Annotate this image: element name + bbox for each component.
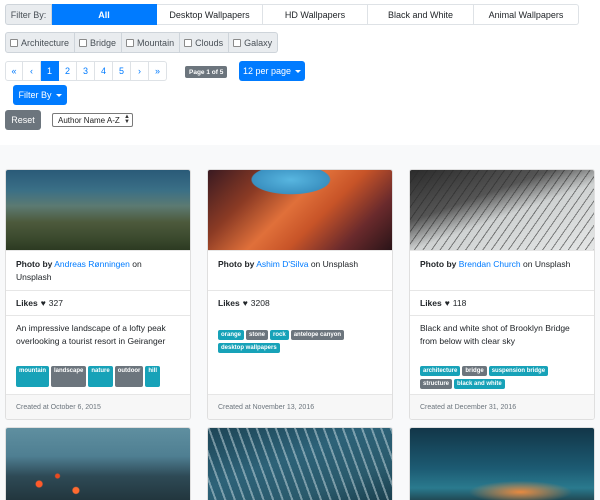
tag-badge[interactable]: nature	[88, 366, 113, 387]
photo-description: Black and white shot of Brooklyn Bridge …	[410, 315, 594, 360]
tag-filter-architecture[interactable]: Architecture	[5, 32, 76, 53]
category-filter-group: Filter By: All Desktop Wallpapers HD Wal…	[5, 4, 579, 25]
category-black-and-white-button[interactable]: Black and White	[368, 4, 474, 25]
card-footer: Created at October 6, 2015	[6, 394, 190, 419]
category-all-button[interactable]: All	[52, 4, 157, 25]
photo-credit: Photo by Brendan Church on Unsplash	[410, 250, 594, 290]
tag-badge[interactable]: architecture	[420, 366, 461, 376]
photo-credit: Photo by Andreas Rønningen on Unsplash	[6, 250, 190, 290]
photo-card	[409, 427, 595, 500]
photo-image-waves[interactable]	[208, 428, 392, 500]
likes-count: 3208	[250, 298, 270, 308]
tag-badge[interactable]: bridge	[462, 366, 487, 376]
photo-credit: Photo by Ashim D'Silva on Unsplash	[208, 250, 392, 290]
tag-list: architecture bridge suspension bridge st…	[410, 360, 594, 394]
pagination: « ‹ 1 2 3 4 5 › »	[5, 61, 167, 81]
tag-badge[interactable]: structure	[420, 379, 453, 389]
checkbox[interactable]	[79, 38, 88, 47]
next-page-button[interactable]: ›	[131, 61, 149, 81]
prev-page-button[interactable]: ‹	[23, 61, 41, 81]
likes-count: 118	[452, 297, 467, 308]
photo-card	[207, 427, 393, 500]
checkbox[interactable]	[184, 38, 193, 47]
page-5-button[interactable]: 5	[113, 61, 131, 81]
tag-badge[interactable]: antelope canyon	[290, 330, 345, 340]
tag-badge[interactable]: suspension bridge	[488, 366, 549, 376]
first-page-button[interactable]: «	[5, 61, 23, 81]
tag-badge[interactable]: landscape	[51, 366, 87, 387]
tag-filter-galaxy[interactable]: Galaxy	[229, 32, 279, 53]
likes-row: Likes ♥ 118	[410, 290, 594, 315]
photo-card	[5, 427, 191, 500]
checkbox[interactable]	[233, 38, 242, 47]
tag-filter-group: Architecture Bridge Mountain Clouds Gala…	[5, 32, 279, 53]
tag-filter-clouds[interactable]: Clouds	[180, 32, 230, 53]
photo-description: An impressive landscape of a lofty peak …	[6, 315, 190, 360]
page-2-button[interactable]: 2	[59, 61, 77, 81]
photo-card: Photo by Andreas Rønningen on Unsplash L…	[5, 169, 191, 420]
tag-badge[interactable]: desktop wallpapers	[218, 343, 280, 353]
page-4-button[interactable]: 4	[95, 61, 113, 81]
category-hd-wallpapers-button[interactable]: HD Wallpapers	[263, 4, 368, 25]
tag-filter-bridge[interactable]: Bridge	[75, 32, 123, 53]
tag-badge[interactable]: outdoor	[114, 366, 144, 387]
photo-image-night-sky[interactable]	[410, 428, 594, 500]
tag-list: orange stone rock antelope canyon deskto…	[208, 320, 392, 394]
photo-image-lava[interactable]	[6, 428, 190, 500]
author-link[interactable]: Ashim D'Silva	[256, 259, 308, 269]
tag-list: mountain landscape nature outdoor hill	[6, 360, 190, 394]
tag-badge[interactable]: orange	[218, 330, 245, 340]
page-3-button[interactable]: 3	[77, 61, 95, 81]
page-indicator-badge: Page 1 of 5	[185, 66, 228, 78]
per-page-dropdown[interactable]: 12 per page	[239, 61, 305, 81]
last-page-button[interactable]: »	[149, 61, 167, 81]
heart-icon: ♥	[444, 297, 450, 308]
photo-image-bridge[interactable]	[410, 170, 594, 250]
author-link[interactable]: Brendan Church	[459, 259, 521, 269]
photo-image-mountain[interactable]	[6, 170, 190, 250]
author-link[interactable]: Andreas Rønningen	[54, 259, 130, 269]
card-footer: Created at November 13, 2016	[208, 394, 392, 419]
reset-button[interactable]: Reset	[5, 110, 41, 130]
tag-filter-mountain[interactable]: Mountain	[122, 32, 181, 53]
filter-by-label: Filter By:	[5, 4, 52, 25]
photo-card: Photo by Brendan Church on Unsplash Like…	[409, 169, 595, 420]
category-animal-wallpapers-button[interactable]: Animal Wallpapers	[474, 4, 579, 25]
filter-by-dropdown[interactable]: Filter By	[13, 85, 67, 105]
tag-badge[interactable]: hill	[145, 366, 161, 387]
likes-count: 327	[48, 297, 63, 308]
photo-image-canyon[interactable]	[208, 170, 392, 250]
tag-badge[interactable]: black and white	[454, 379, 505, 389]
card-footer: Created at December 31, 2016	[410, 394, 594, 419]
tag-badge[interactable]: rock	[270, 330, 289, 340]
category-desktop-wallpapers-button[interactable]: Desktop Wallpapers	[157, 4, 263, 25]
checkbox[interactable]	[126, 38, 135, 47]
checkbox[interactable]	[10, 38, 18, 47]
likes-row: Likes ♥ 3208	[208, 290, 392, 320]
tag-badge[interactable]: mountain	[16, 366, 49, 387]
tag-badge[interactable]: stone	[246, 330, 269, 340]
photo-grid: Photo by Andreas Rønningen on Unsplash L…	[0, 145, 600, 500]
select-arrows-icon: ▲ ▼	[124, 114, 130, 125]
sort-select[interactable]: Author Name A-Z ▲ ▼	[52, 113, 133, 127]
heart-icon: ♥	[242, 298, 248, 308]
caret-down-icon	[295, 69, 302, 73]
caret-down-icon	[55, 93, 62, 97]
page-1-button[interactable]: 1	[41, 61, 59, 81]
photo-card: Photo by Ashim D'Silva on Unsplash Likes…	[207, 169, 393, 420]
heart-icon: ♥	[40, 297, 46, 308]
likes-row: Likes ♥ 327	[6, 290, 190, 315]
